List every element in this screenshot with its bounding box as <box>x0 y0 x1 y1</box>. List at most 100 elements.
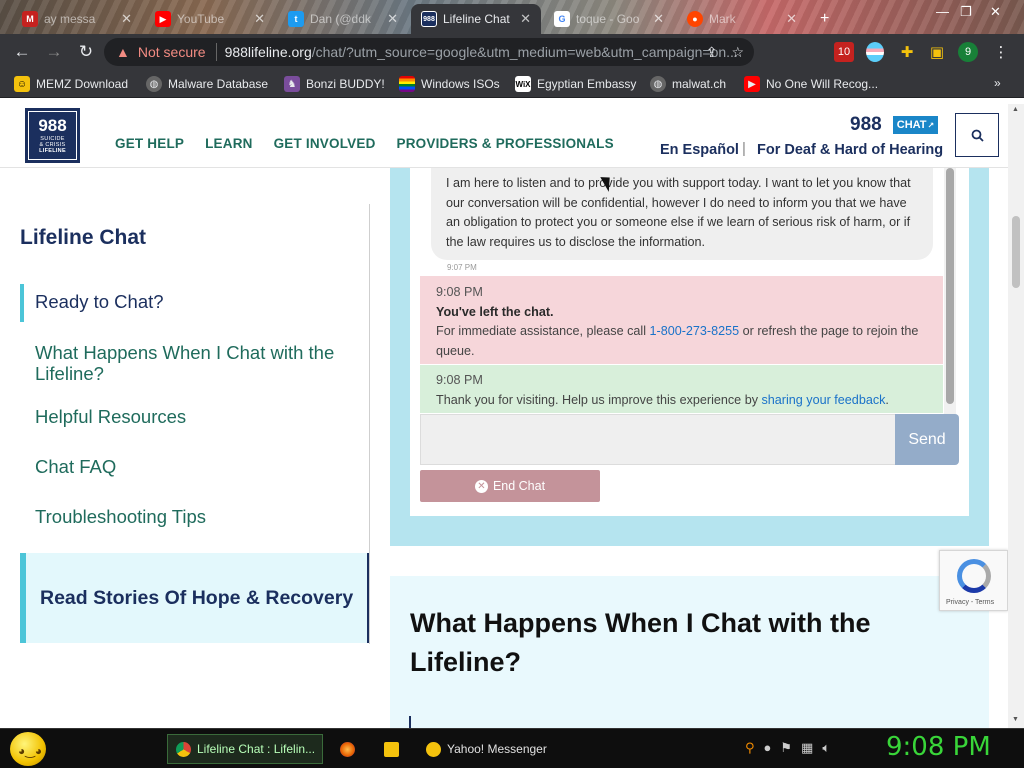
search-icon[interactable]: ⚲ <box>745 740 755 756</box>
taskbar-item-folder[interactable] <box>376 734 412 764</box>
web-page: 988 SUICIDE & CRISIS LIFELINE GET HELP L… <box>0 104 1008 728</box>
bookmark-item[interactable]: ◍ Malware Database <box>146 76 268 92</box>
browser-tab[interactable]: t Dan (@ddk ✕ <box>278 4 408 34</box>
chat-scrollbar-thumb[interactable] <box>946 168 954 404</box>
nav-providers[interactable]: PROVIDERS & PROFESSIONALS <box>397 136 614 151</box>
close-icon[interactable]: ✕ <box>387 11 398 27</box>
close-icon[interactable]: ✕ <box>520 11 531 27</box>
logo-line: LIFELINE <box>39 148 66 154</box>
browser-tab-active[interactable]: 988 Lifeline Chat ✕ <box>411 4 541 34</box>
firefox-icon <box>340 741 355 757</box>
sidebar-item-ready-to-chat[interactable]: Ready to Chat? <box>35 291 355 312</box>
not-secure-label[interactable]: Not secure <box>138 44 206 60</box>
taskbar-item-label: Yahoo! Messenger <box>447 742 547 756</box>
browser-tab[interactable]: G toque - Goo ✕ <box>544 4 674 34</box>
left-chat-notice: 9:08 PM You've left the chat. For immedi… <box>420 276 943 364</box>
thanks-text: Thank you for visiting. Help us improve … <box>436 392 762 407</box>
chat-button[interactable]: CHAT ↗ <box>893 116 938 134</box>
close-icon[interactable]: ✕ <box>121 11 132 27</box>
988-logo[interactable]: 988 SUICIDE & CRISIS LIFELINE <box>25 108 80 163</box>
url-path[interactable]: /chat/?utm_source=google&utm_medium=web&… <box>312 44 738 60</box>
browser-tab[interactable]: M ay messa ✕ <box>12 4 142 34</box>
taskbar-clock[interactable]: 9:08 PM <box>886 732 991 762</box>
bookmark-star-icon[interactable]: ☆ <box>731 44 744 61</box>
url-host[interactable]: 988lifeline.org <box>225 44 312 60</box>
close-window-icon[interactable]: ✕ <box>990 4 1001 20</box>
warning-icon[interactable]: ▲ <box>116 44 130 60</box>
crisis-phone-link[interactable]: 1-800-273-8255 <box>650 324 740 338</box>
windows-icon <box>399 76 415 92</box>
taskbar-item-chrome[interactable]: Lifeline Chat : Lifelin... <box>167 734 323 764</box>
back-icon[interactable]: ← <box>6 42 38 62</box>
profile-avatar[interactable]: 9 <box>958 42 978 62</box>
flag-icon[interactable]: ⚑ <box>780 740 792 756</box>
taskbar-item-firefox[interactable] <box>332 734 364 764</box>
bookmark-item[interactable]: ♞ Bonzi BUDDY! <box>284 76 385 92</box>
address-bar[interactable]: ▲ Not secure 988lifeline.org /chat/?utm_… <box>104 38 754 66</box>
bookmarks-overflow-button[interactable]: » <box>994 76 1001 90</box>
brand-988[interactable]: 988 <box>850 114 882 136</box>
minimize-icon[interactable]: — <box>936 4 949 19</box>
profile-initial: 9 <box>964 46 972 58</box>
close-icon[interactable]: ✕ <box>254 11 265 27</box>
scroll-up-icon[interactable]: ▲ <box>1012 106 1019 113</box>
menu-kebab-icon[interactable]: ⋮ <box>992 42 1010 62</box>
sidebar-item-chat-faq[interactable]: Chat FAQ <box>35 456 355 477</box>
network-icon[interactable]: ▦ <box>801 740 813 756</box>
extension-badge[interactable]: 10 <box>834 42 854 62</box>
nav-get-help[interactable]: GET HELP <box>115 136 184 151</box>
side-panel-icon[interactable]: ▣ <box>928 42 946 62</box>
youtube-icon: ▶ <box>744 76 760 92</box>
nav-learn[interactable]: LEARN <box>205 136 253 151</box>
left-chat-text: For immediate assistance, please call <box>436 324 650 338</box>
forward-icon[interactable]: → <box>38 42 70 62</box>
bookmark-item[interactable]: ☺ MEMZ Download <box>14 76 128 92</box>
extensions-puzzle-icon[interactable]: ✚ <box>898 42 916 62</box>
start-button[interactable]: ◕‿◕ <box>10 732 46 766</box>
bookmark-item[interactable]: Windows ISOs <box>399 76 500 92</box>
new-tab-button[interactable]: + <box>810 4 840 34</box>
restore-icon[interactable]: ❐ <box>960 4 972 20</box>
reload-icon[interactable]: ↻ <box>70 42 102 62</box>
taskbar-item-yahoo-messenger[interactable]: Yahoo! Messenger <box>418 734 575 764</box>
left-chat-title: You've left the chat. <box>436 304 554 319</box>
feedback-link[interactable]: sharing your feedback <box>762 393 886 407</box>
nav-get-involved[interactable]: GET INVOLVED <box>274 136 376 151</box>
close-icon[interactable]: ✕ <box>653 11 664 27</box>
yahoo-messenger-icon <box>426 741 441 757</box>
spanish-link[interactable]: En Español <box>660 142 739 158</box>
chat-message-input[interactable] <box>420 414 896 465</box>
recaptcha-badge[interactable]: Privacy - Terms <box>939 550 1008 611</box>
stories-of-hope-link[interactable]: Read Stories Of Hope & Recovery <box>20 553 369 643</box>
logo-number: 988 <box>38 116 67 135</box>
main-nav: GET HELP LEARN GET INVOLVED PROVIDERS & … <box>115 136 635 151</box>
page-scrollbar-thumb[interactable] <box>1012 216 1020 288</box>
scroll-down-icon[interactable]: ▼ <box>1012 716 1019 723</box>
notice-timestamp: 9:08 PM <box>436 373 483 387</box>
end-chat-button[interactable]: ✕ End Chat <box>420 470 600 502</box>
bookmark-label: Malware Database <box>168 77 269 91</box>
send-button[interactable]: Send <box>895 414 959 465</box>
sidebar-item-troubleshooting[interactable]: Troubleshooting Tips <box>35 506 355 527</box>
close-icon[interactable]: ✕ <box>786 11 797 27</box>
status-icon[interactable]: ● <box>764 740 772 756</box>
deaf-hard-of-hearing-link[interactable]: For Deaf & Hard of Hearing <box>757 142 943 158</box>
sidebar-item-what-happens[interactable]: What Happens When I Chat with the Lifeli… <box>35 342 355 384</box>
gmail-icon: M <box>22 11 38 27</box>
share-icon[interactable]: ⇪ <box>706 44 718 61</box>
tab-label: Dan (@ddk <box>310 12 371 26</box>
sidebar-item-helpful-resources[interactable]: Helpful Resources <box>35 406 355 427</box>
page-scrollbar[interactable]: ▲ ▼ <box>1008 104 1024 728</box>
bookmark-item[interactable]: WiX Egyptian Embassy <box>515 76 636 92</box>
bookmark-item[interactable]: ◍ malwat.ch <box>650 76 726 92</box>
search-button[interactable] <box>955 113 999 157</box>
bookmark-item[interactable]: ▶ No One Will Recog... <box>744 76 878 92</box>
recaptcha-links[interactable]: Privacy - Terms <box>946 599 994 606</box>
tab-label: Lifeline Chat <box>443 12 510 26</box>
988-icon: 988 <box>421 11 437 27</box>
browser-tab[interactable]: ● Mark ✕ <box>677 4 807 34</box>
thanks-notice: 9:08 PM Thank you for visiting. Help us … <box>420 365 943 413</box>
volume-icon[interactable]: 🔈︎ <box>822 740 830 756</box>
extension-flag-icon[interactable] <box>866 42 884 62</box>
browser-tab[interactable]: ▶ YouTube ✕ <box>145 4 275 34</box>
